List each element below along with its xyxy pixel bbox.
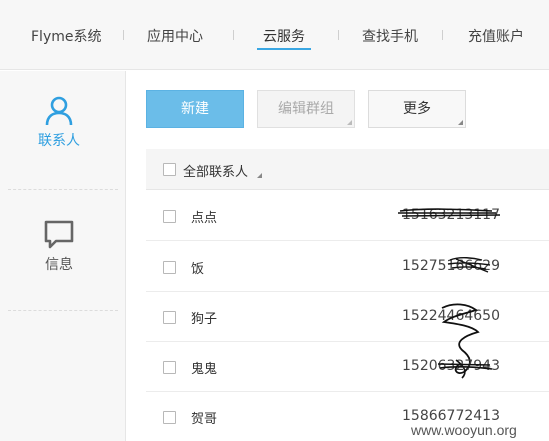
select-all-label[interactable]: 全部联系人 <box>183 161 248 180</box>
row-checkbox[interactable] <box>163 411 176 424</box>
contact-name: 鬼鬼 <box>191 362 218 377</box>
dropdown-corner-icon <box>458 120 463 125</box>
more-button[interactable]: 更多 <box>368 90 466 128</box>
nav-item-recharge[interactable]: 充值账户 <box>468 26 524 46</box>
row-checkbox[interactable] <box>163 210 176 223</box>
row-checkbox[interactable] <box>163 361 176 374</box>
sidebar-item-label: 联系人 <box>38 133 80 149</box>
contact-phone: 15163213117 <box>402 207 500 223</box>
sidebar-item-label: 信息 <box>45 257 73 273</box>
contact-phone: 15206327943 <box>402 358 500 374</box>
table-row[interactable]: 鬼鬼 15206327943 <box>146 342 549 392</box>
watermark: www.wooyun.org <box>411 422 517 438</box>
row-checkbox[interactable] <box>163 311 176 324</box>
contact-name: 狗子 <box>191 312 218 327</box>
nav-item-flyme[interactable]: Flyme系统 <box>31 26 101 46</box>
message-icon <box>44 220 74 249</box>
contact-phone: 15224464650 <box>402 308 500 324</box>
table-row[interactable]: 饭 15275166629 <box>146 242 549 292</box>
dropdown-corner-icon <box>347 120 352 125</box>
sidebar: 联系人 信息 <box>0 71 126 441</box>
contact-name: 贺哥 <box>191 412 218 427</box>
contact-name: 饭 <box>191 262 205 277</box>
contact-phone: 15275166629 <box>402 258 500 274</box>
sidebar-divider <box>8 310 118 311</box>
edit-group-button[interactable]: 编辑群组 <box>257 90 355 128</box>
row-checkbox[interactable] <box>163 261 176 274</box>
top-nav: Flyme系统 应用中心 云服务 查找手机 充值账户 <box>0 0 549 70</box>
sidebar-divider <box>8 189 118 190</box>
nav-item-find-phone[interactable]: 查找手机 <box>362 26 418 46</box>
nav-item-app-center[interactable]: 应用中心 <box>147 26 203 46</box>
dropdown-corner-icon <box>257 173 262 178</box>
sidebar-item-messages[interactable]: 信息 <box>0 220 118 274</box>
select-all-checkbox[interactable] <box>163 163 176 176</box>
table-row[interactable]: 狗子 15224464650 <box>146 292 549 374</box>
contact-name: 点点 <box>191 211 218 226</box>
more-label: 更多 <box>403 101 431 117</box>
nav-item-cloud-service[interactable]: 云服务 <box>263 26 305 46</box>
nav-separator <box>338 30 339 40</box>
person-icon <box>45 96 73 126</box>
nav-separator <box>123 30 124 40</box>
sidebar-item-contacts[interactable]: 联系人 <box>0 96 118 150</box>
nav-separator <box>233 30 234 40</box>
edit-group-label: 编辑群组 <box>278 101 334 117</box>
nav-separator <box>442 30 443 40</box>
nav-active-underline <box>257 48 311 50</box>
contacts-table-header: 全部联系人 <box>146 149 549 190</box>
new-contact-button[interactable]: 新建 <box>146 90 244 128</box>
table-row[interactable]: 点点 15163213117 <box>146 191 549 241</box>
